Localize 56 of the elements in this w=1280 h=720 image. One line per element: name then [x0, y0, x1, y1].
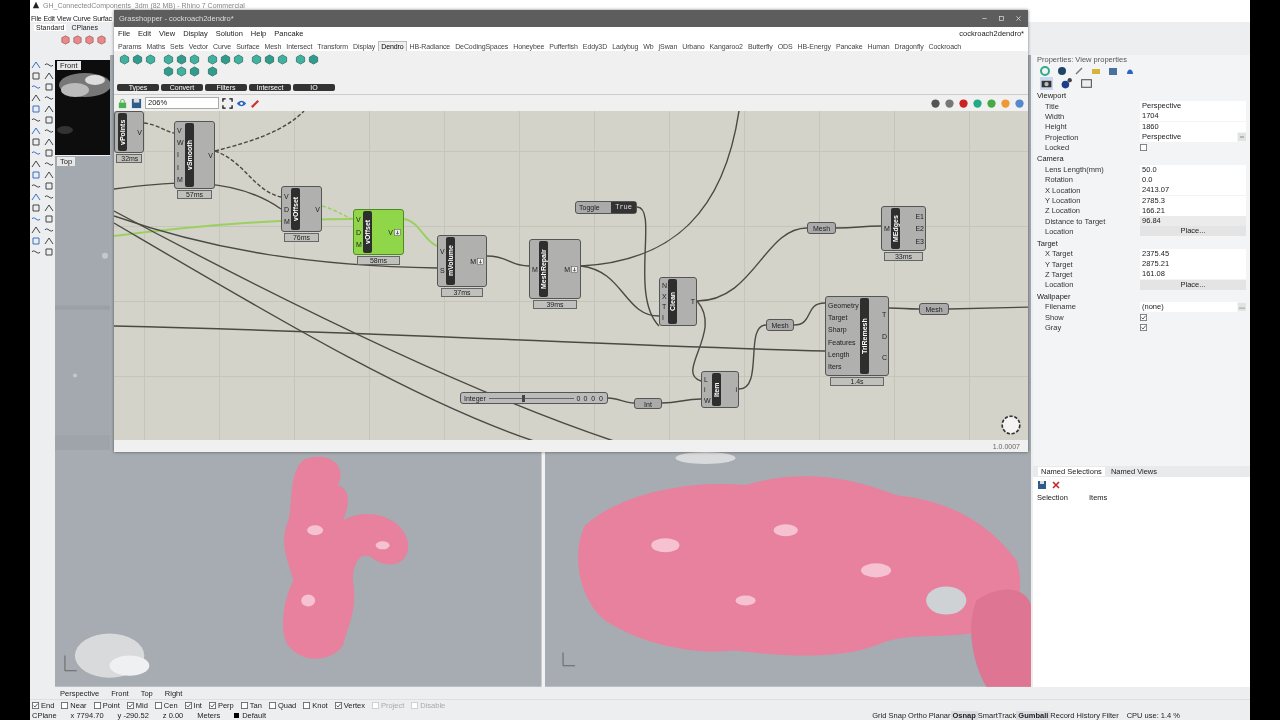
- hexagon-icon[interactable]: [189, 54, 200, 65]
- sphere-icon[interactable]: [1057, 66, 1067, 76]
- hexagon-icon[interactable]: [163, 54, 174, 65]
- delete-icon[interactable]: [1051, 480, 1061, 490]
- zoom-extents-icon[interactable]: [222, 97, 233, 109]
- minimize-icon[interactable]: [981, 15, 988, 22]
- hexagon-icon[interactable]: [277, 54, 288, 65]
- wire: [835, 225, 882, 229]
- checkbox[interactable]: [154, 702, 162, 709]
- wire: [661, 398, 702, 404]
- checkbox[interactable]: [126, 702, 134, 709]
- checkbox[interactable]: [1140, 324, 1147, 331]
- rectangle-icon[interactable]: [1080, 76, 1093, 90]
- down-arrow-icon[interactable]: [477, 257, 484, 265]
- sphere-icon[interactable]: [958, 97, 969, 109]
- save-icon[interactable]: [1037, 480, 1047, 490]
- layer-swatch-icon: [234, 713, 240, 718]
- hexagon-icon[interactable]: [295, 54, 306, 65]
- down-arrow-icon[interactable]: [571, 265, 578, 273]
- hexagon-icon[interactable]: [145, 54, 156, 65]
- hexagon-icon[interactable]: [264, 54, 275, 65]
- checkbox[interactable]: [268, 702, 276, 709]
- checkbox[interactable]: [93, 702, 101, 709]
- checkbox[interactable]: [184, 702, 192, 709]
- save-icon[interactable]: [131, 97, 142, 109]
- hexagon-icon[interactable]: [189, 66, 200, 77]
- checkbox[interactable]: [1140, 313, 1147, 321]
- checkbox[interactable]: [240, 702, 248, 709]
- hexagon-icon[interactable]: [207, 66, 218, 77]
- sphere-icon[interactable]: [944, 97, 955, 109]
- wire: [888, 307, 920, 310]
- hexagon-icon[interactable]: [251, 54, 262, 65]
- hexagon-icon[interactable]: [207, 54, 218, 65]
- close-icon[interactable]: [1015, 15, 1022, 22]
- checkbox[interactable]: [303, 702, 311, 709]
- navigation-icon[interactable]: [1000, 414, 1022, 436]
- hexagon-icon[interactable]: [132, 54, 143, 65]
- wire: [143, 122, 175, 134]
- hexagon-icon[interactable]: [233, 54, 244, 65]
- hexagon-icon[interactable]: [308, 54, 319, 65]
- checkbox[interactable]: [61, 702, 69, 709]
- checkbox[interactable]: [32, 702, 39, 709]
- hexagon-icon[interactable]: [163, 66, 174, 77]
- down-arrow-icon[interactable]: [394, 228, 401, 236]
- hexagon-icon[interactable]: [176, 66, 187, 77]
- hexagon-icon[interactable]: [176, 54, 187, 65]
- maximize-icon[interactable]: [998, 15, 1005, 22]
- checkbox[interactable]: [334, 702, 342, 709]
- slider-thumb[interactable]: [521, 394, 525, 402]
- checkbox[interactable]: [1140, 143, 1147, 151]
- hexagon-icon[interactable]: [119, 54, 130, 65]
- camera-icon[interactable]: [1040, 76, 1053, 90]
- sphere-icon[interactable]: [1060, 76, 1073, 90]
- checkbox[interactable]: [208, 702, 216, 709]
- sphere-icon[interactable]: [930, 97, 941, 109]
- hexagon-icon[interactable]: [220, 54, 231, 65]
